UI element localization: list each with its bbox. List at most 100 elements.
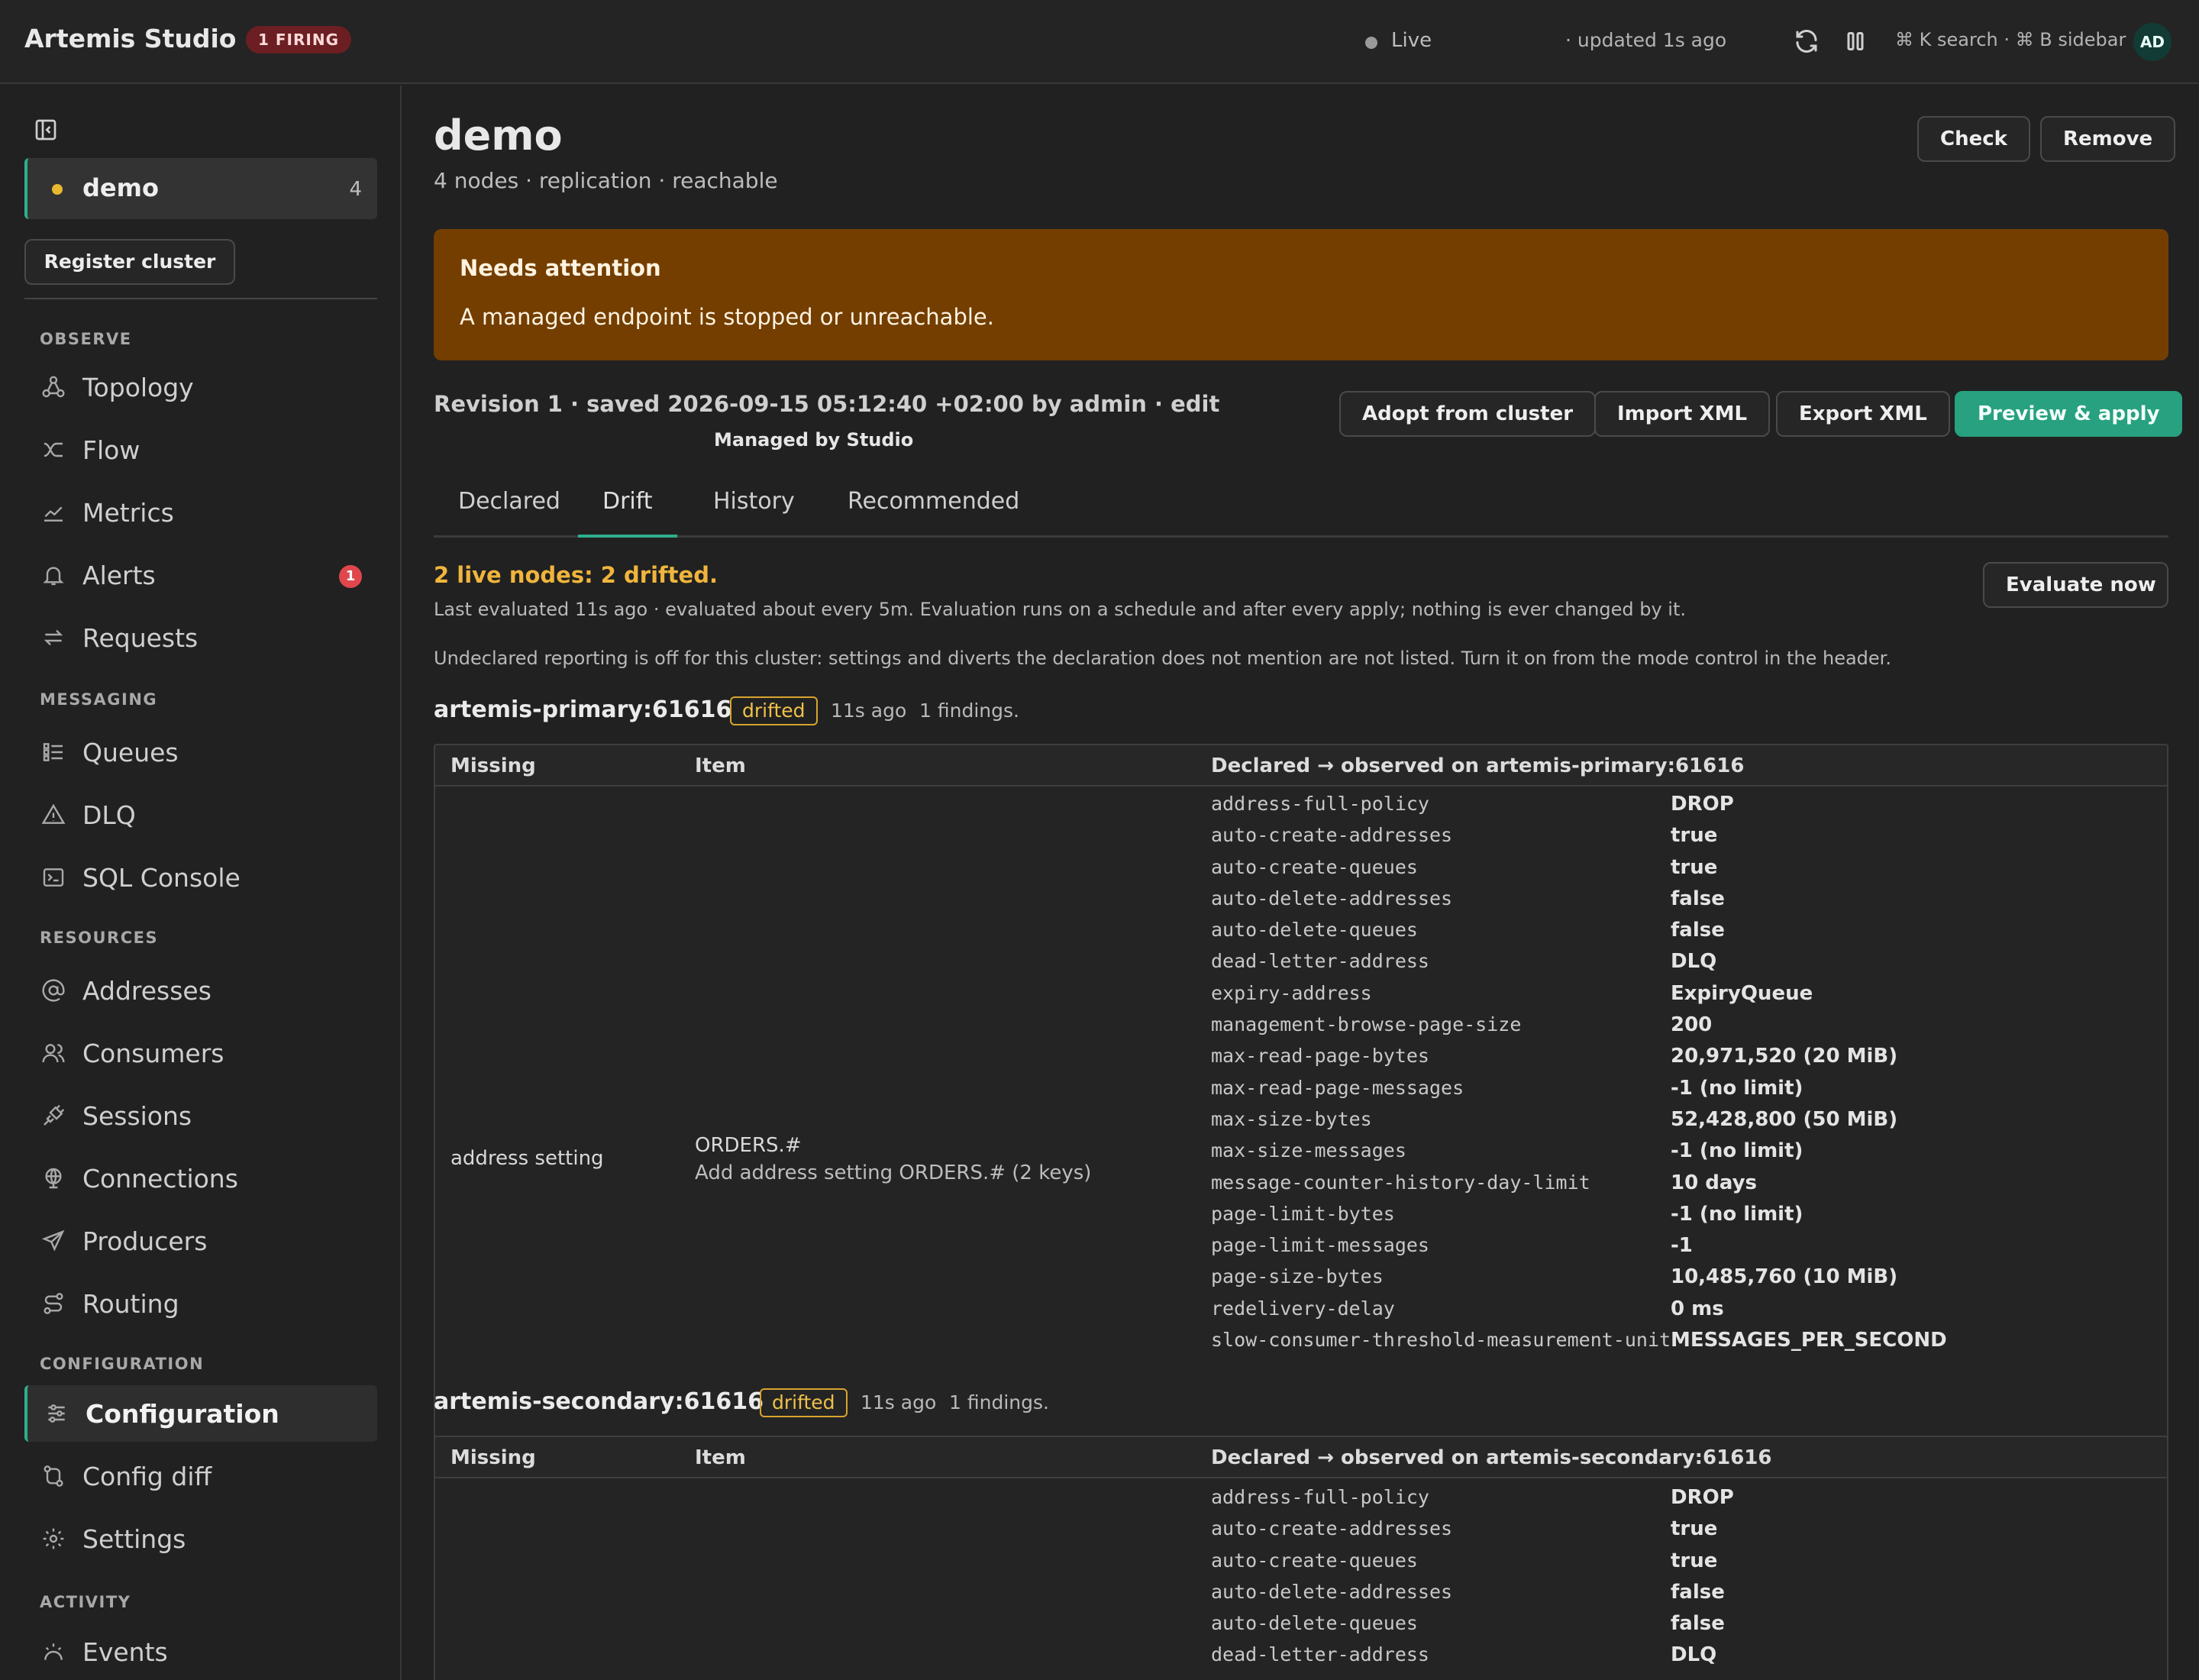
- setting-key: slow-consumer-threshold-measurement-unit: [1211, 1329, 1671, 1352]
- sidebar-item-queues[interactable]: Queues: [24, 724, 377, 780]
- node-name: artemis-primary:61616: [434, 696, 732, 723]
- sidebar-item-label: SQL Console: [82, 863, 241, 893]
- send-icon: [41, 1229, 66, 1253]
- sidebar-item-settings[interactable]: Settings: [24, 1510, 377, 1567]
- setting-row: redelivery-delay 0 ms: [1211, 1294, 2150, 1326]
- setting-value: -1: [1671, 1234, 1693, 1258]
- check-button[interactable]: Check: [1917, 116, 2030, 162]
- sidebar-item-label: Connections: [82, 1164, 238, 1194]
- attention-message: A managed endpoint is stopped or unreach…: [460, 304, 994, 330]
- tab-history[interactable]: History: [689, 484, 819, 538]
- setting-key: auto-delete-queues: [1211, 919, 1418, 942]
- refresh-icon[interactable]: [1793, 27, 1820, 55]
- setting-row: auto-create-addresses true: [1211, 821, 2150, 852]
- attention-banner: Needs attention A managed endpoint is st…: [434, 229, 2168, 360]
- tab-drift[interactable]: Drift: [578, 484, 677, 538]
- import-xml-button[interactable]: Import XML: [1594, 391, 1771, 437]
- user-avatar[interactable]: AD: [2133, 23, 2172, 61]
- sidebar: demo 4 Register cluster OBSERVE Topology…: [0, 86, 402, 1680]
- export-xml-button[interactable]: Export XML: [1776, 391, 1950, 437]
- setting-row: auto-delete-addresses false: [1211, 884, 2150, 916]
- sidebar-item-connections[interactable]: Connections: [24, 1150, 377, 1207]
- sidebar-item-label: Topology: [82, 373, 194, 402]
- pause-icon[interactable]: [1842, 27, 1869, 55]
- setting-row: auto-create-addresses true: [1211, 1514, 2150, 1546]
- list-icon: [41, 740, 66, 764]
- setting-key: message-counter-history-day-limit: [1211, 1171, 1590, 1194]
- main-content: demo 4 nodes · replication · reachable C…: [403, 86, 2199, 1680]
- remove-button[interactable]: Remove: [2040, 116, 2176, 162]
- git-compare-icon: [41, 1464, 66, 1488]
- setting-key: page-limit-messages: [1211, 1234, 1429, 1257]
- sidebar-item-metrics[interactable]: Metrics: [24, 484, 377, 541]
- setting-value: MESSAGES_PER_SECOND: [1671, 1329, 1947, 1352]
- sidebar-item-routing[interactable]: Routing: [24, 1275, 377, 1332]
- section-messaging: MESSAGING: [40, 690, 158, 709]
- setting-key: dead-letter-address: [1211, 950, 1429, 973]
- sidebar-item-alerts[interactable]: Alerts 1: [24, 547, 377, 603]
- setting-value: DROP: [1671, 793, 1734, 816]
- sidebar-item-sessions[interactable]: Sessions: [24, 1087, 377, 1144]
- node-findings: 1 findings.: [949, 1391, 1049, 1413]
- drifted-badge: drifted: [730, 696, 818, 725]
- firing-badge[interactable]: 1 FIRING: [246, 26, 351, 53]
- setting-key: auto-delete-queues: [1211, 1612, 1418, 1635]
- col-item: Item: [695, 1446, 746, 1469]
- sidebar-item-flow[interactable]: Flow: [24, 422, 377, 478]
- sidebar-item-requests[interactable]: Requests: [24, 609, 377, 666]
- sidebar-item-dlq[interactable]: DLQ: [24, 787, 377, 843]
- adopt-from-cluster-button[interactable]: Adopt from cluster: [1339, 391, 1597, 437]
- globe-icon: [41, 1166, 66, 1191]
- table-header: Missing Item Declared → observed on arte…: [435, 745, 2167, 787]
- setting-row: slow-consumer-threshold-measurement-unit…: [1211, 1326, 2150, 1357]
- cluster-status-dot: [52, 184, 63, 195]
- cluster-name: demo: [82, 173, 159, 202]
- setting-value: 10,485,760 (10 MiB): [1671, 1265, 1898, 1289]
- sidebar-item-events[interactable]: Events: [24, 1623, 377, 1680]
- tab-declared[interactable]: Declared: [434, 484, 585, 538]
- sidebar-item-consumers[interactable]: Consumers: [24, 1025, 377, 1081]
- setting-value: false: [1671, 919, 1725, 942]
- live-label[interactable]: Live: [1391, 29, 1432, 52]
- revision-info[interactable]: Revision 1 · saved 2026-09-15 05:12:40 +…: [434, 391, 1219, 417]
- setting-key: auto-delete-addresses: [1211, 1580, 1453, 1603]
- setting-value: 20,971,520 (20 MiB): [1671, 1045, 1898, 1068]
- drift-table-secondary: Missing Item Declared → observed on arte…: [434, 1436, 2168, 1680]
- sliders-icon: [44, 1401, 69, 1426]
- setting-row: message-counter-history-day-limit 10 days: [1211, 1168, 2150, 1200]
- setting-value: false: [1671, 1580, 1725, 1604]
- cluster-node-count: 4: [349, 178, 362, 201]
- sidebar-item-configuration[interactable]: Configuration: [24, 1385, 377, 1442]
- undeclared-note: Undeclared reporting is off for this clu…: [434, 648, 1891, 669]
- sidebar-item-addresses[interactable]: Addresses: [24, 962, 377, 1019]
- evaluate-now-button[interactable]: Evaluate now: [1983, 562, 2168, 608]
- setting-key: auto-create-queues: [1211, 1549, 1418, 1572]
- section-configuration: CONFIGURATION: [40, 1355, 205, 1373]
- setting-key: address-full-policy: [1211, 793, 1429, 815]
- setting-row: max-read-page-messages -1 (no limit): [1211, 1074, 2150, 1105]
- sidebar-item-producers[interactable]: Producers: [24, 1213, 377, 1269]
- setting-row: auto-delete-queues false: [1211, 1609, 2150, 1640]
- setting-value: 0 ms: [1671, 1297, 1724, 1320]
- bell-icon: [41, 563, 66, 587]
- cluster-item-demo[interactable]: demo 4: [24, 158, 377, 219]
- collapse-sidebar-icon[interactable]: [34, 118, 58, 142]
- warning-icon: [41, 803, 66, 827]
- preview-apply-button[interactable]: Preview & apply: [1955, 391, 2183, 437]
- setting-key: max-read-page-bytes: [1211, 1045, 1429, 1068]
- node-header-secondary: artemis-secondary:61616 drifted 11s ago …: [434, 1388, 1121, 1422]
- setting-key: expiry-address: [1211, 981, 1372, 1004]
- setting-value: DLQ: [1671, 1643, 1717, 1667]
- evaluation-note: Last evaluated 11s ago · evaluated about…: [434, 599, 1686, 620]
- section-observe: OBSERVE: [40, 330, 132, 348]
- register-cluster-button[interactable]: Register cluster: [24, 239, 235, 285]
- sidebar-item-config-diff[interactable]: Config diff: [24, 1448, 377, 1504]
- table-header: Missing Item Declared → observed on arte…: [435, 1437, 2167, 1478]
- tab-recommended[interactable]: Recommended: [823, 484, 1044, 538]
- sidebar-item-sql-console[interactable]: SQL Console: [24, 849, 377, 906]
- col-observed: Declared → observed on artemis-primary:6…: [1211, 754, 1745, 777]
- missing-kind: address setting: [450, 1147, 604, 1170]
- col-missing: Missing: [450, 1446, 536, 1469]
- sidebar-item-topology[interactable]: Topology: [24, 359, 377, 415]
- sidebar-item-label: Addresses: [82, 976, 212, 1006]
